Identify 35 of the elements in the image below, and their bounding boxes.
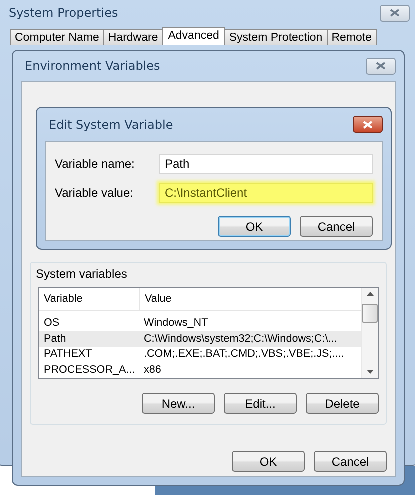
input-field[interactable]: Path [159, 154, 373, 174]
dialog-button[interactable]: Edit... [224, 393, 297, 414]
field-label: Variable value: [55, 186, 134, 200]
tab[interactable]: Hardware [103, 29, 164, 45]
dialog-title: Edit System Variable [49, 118, 174, 132]
dialog-button[interactable]: Delete [306, 393, 379, 414]
list-row[interactable]: OS Windows_NT [39, 315, 361, 331]
scroll-down-icon[interactable] [366, 370, 374, 374]
dialog-button[interactable]: OK [218, 216, 291, 237]
dialog-button[interactable]: Cancel [300, 216, 373, 237]
tab[interactable]: Computer Name [10, 29, 104, 45]
list-row[interactable]: Path C:\Windows\system32;C:\Windows;C:\... [39, 330, 361, 346]
input-field[interactable]: C:\InstantClient [159, 183, 373, 203]
tab[interactable]: Advanced [162, 27, 226, 45]
dialog-title: Environment Variables [25, 59, 160, 73]
list-row[interactable]: PATHEXT .COM;.EXE;.BAT;.CMD;.VBS;.VBE;.JS;.... [39, 346, 361, 362]
column-header[interactable]: Value [140, 288, 361, 310]
close-icon [376, 62, 386, 70]
variables-list[interactable]: Variable Value OS Windows_NT Path C:\Windows\system32;C:\Windows;C:\... PATHEXT .COM;.EXE;.BAT;.CMD;.VBS;.VBE;.JS;.... PROCESSOR_A... x86 [38, 287, 379, 379]
close-icon [363, 120, 373, 128]
tab[interactable]: Remote [326, 29, 377, 45]
list-row[interactable]: PROCESSOR_A... x86 [39, 362, 361, 378]
group-label: System variables [36, 267, 128, 281]
dialog-button[interactable]: Cancel [314, 451, 387, 472]
close-icon [390, 9, 400, 17]
dialog-button[interactable]: OK [232, 451, 305, 472]
column-header[interactable]: Variable [39, 288, 140, 310]
field-label: Variable name: [55, 157, 136, 171]
scroll-up-icon[interactable] [366, 292, 374, 296]
window-title: System Properties [9, 6, 118, 20]
tab[interactable]: System Protection [224, 29, 328, 45]
scrollbar[interactable] [361, 288, 378, 378]
scroll-thumb[interactable] [362, 304, 378, 322]
close-button[interactable] [353, 116, 383, 133]
dialog-button[interactable]: New... [142, 393, 215, 414]
